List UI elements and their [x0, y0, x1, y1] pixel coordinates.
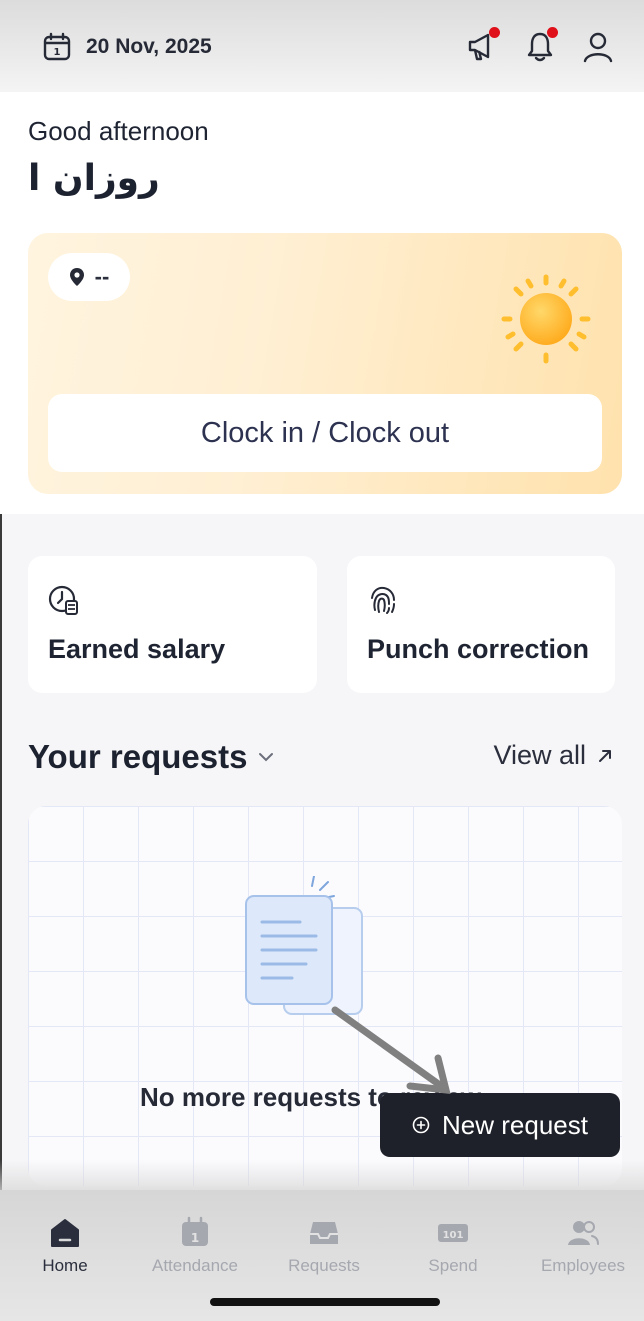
documents-illustration	[245, 876, 363, 1015]
date-display[interactable]: 1 20 Nov, 2025	[42, 32, 212, 62]
nav-label: Spend	[428, 1256, 478, 1275]
inbox-icon	[310, 1222, 338, 1244]
salary-clock-icon	[48, 585, 78, 615]
nav-attendance[interactable]: 1 Attendance	[135, 1216, 255, 1276]
new-request-label: New request	[442, 1109, 588, 1140]
user-icon	[583, 32, 613, 63]
svg-text:1: 1	[54, 47, 61, 58]
nav-spend[interactable]: 101 Spend	[393, 1216, 513, 1276]
fingerprint-icon	[371, 586, 395, 614]
top-bar: 1 20 Nov, 2025	[0, 0, 644, 92]
nav-employees[interactable]: Employees	[523, 1216, 643, 1276]
location-pin-icon	[69, 268, 84, 286]
nav-home[interactable]: Home	[5, 1216, 125, 1276]
announcements-button[interactable]	[466, 27, 500, 64]
nav-label: Employees	[540, 1256, 626, 1275]
location-value: --	[94, 264, 110, 289]
current-date: 20 Nov, 2025	[86, 35, 212, 58]
nav-label: Attendance	[151, 1256, 238, 1275]
view-all-link[interactable]: View all	[493, 740, 614, 771]
home-icon	[51, 1219, 79, 1247]
nav-label: Home	[42, 1256, 88, 1275]
requests-title-dropdown[interactable]: Your requests	[28, 738, 275, 776]
action-label: Punch correction	[367, 634, 590, 664]
svg-text:1: 1	[191, 1231, 199, 1245]
user-name: روزان ا	[28, 158, 160, 199]
arrow-up-right-icon	[599, 749, 611, 762]
clock-in-out-button[interactable]: Clock in / Clock out	[48, 394, 602, 472]
punch-correction-card[interactable]: Punch correction	[347, 556, 615, 693]
notification-dot	[489, 27, 500, 38]
top-actions	[466, 27, 614, 64]
users-icon	[568, 1221, 599, 1245]
location-pill[interactable]: --	[48, 253, 130, 301]
home-indicator	[210, 1298, 440, 1306]
earned-salary-card[interactable]: Earned salary	[28, 556, 317, 693]
action-label: Earned salary	[48, 634, 226, 664]
requests-title: Your requests	[28, 738, 248, 775]
profile-button[interactable]	[582, 30, 614, 64]
clock-card: -- Clock in / Clock out	[28, 233, 622, 494]
plus-circle-icon	[412, 1116, 430, 1134]
notification-dot	[547, 27, 558, 38]
chevron-down-icon	[259, 753, 274, 762]
new-request-button[interactable]: New request	[380, 1093, 620, 1157]
view-all-label: View all	[493, 740, 586, 770]
nav-requests[interactable]: Requests	[264, 1216, 384, 1276]
nav-label: Requests	[288, 1256, 360, 1275]
calendar-icon: 1	[182, 1216, 208, 1246]
calendar-icon: 1	[43, 32, 71, 61]
notifications-button[interactable]	[524, 27, 558, 64]
sun-icon	[501, 274, 591, 364]
money-icon: 101	[438, 1224, 468, 1242]
svg-text:101: 101	[443, 1230, 464, 1241]
greeting-text: Good afternoon	[28, 116, 209, 146]
greeting-section: Good afternoon روزان ا -- Clock in / Clo…	[0, 92, 644, 514]
